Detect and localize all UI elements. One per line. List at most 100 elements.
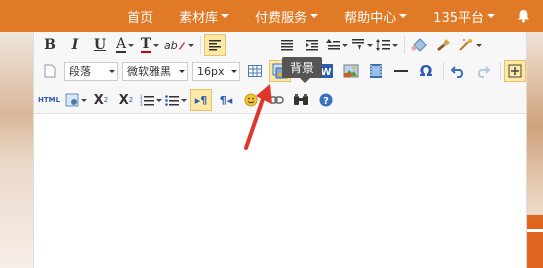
align-justify-icon [280,40,293,51]
rich-text-editor: B I U A T ab 段落 微软雅黑 16px W Ω HTML X 2 X… [33,32,527,268]
toolbar-divider [403,36,405,54]
redo-icon [477,66,490,78]
nav-item-home[interactable]: 首页 [127,7,153,26]
omega-icon: Ω [419,62,433,80]
chevron-down-icon [310,14,319,18]
html-source-button[interactable]: HTML [36,89,62,111]
subscript-button[interactable]: X2 [115,89,137,111]
magic-wand-icon [459,39,472,51]
eraser-button[interactable] [408,34,430,56]
svg-text:W: W [320,67,331,78]
text-style-button[interactable]: ab [164,34,194,56]
redo-button[interactable] [472,60,494,82]
format-brush-button[interactable] [433,34,455,56]
indent-icon [305,40,318,51]
font-family-select[interactable]: 微软雅黑 [122,61,188,81]
horizontal-rule-button[interactable] [390,60,412,82]
horizontal-line-icon [394,70,408,72]
chevron-down-icon [156,98,162,102]
indent-button[interactable] [301,34,323,56]
toolbar-divider [500,62,501,80]
bell-icon[interactable] [517,9,531,23]
ordered-list-button[interactable]: 123 [140,89,162,111]
chevron-down-icon [475,43,482,47]
chevron-down-icon [341,43,348,47]
binoculars-icon [294,94,308,105]
align-justify-button[interactable] [276,34,298,56]
superscript-button[interactable]: X2 [90,89,112,111]
magic-wand-button[interactable] [458,34,482,56]
undo-button[interactable] [447,60,469,82]
paragraph-select[interactable]: 段落 [64,61,118,81]
editor-toolbar: B I U A T ab 段落 微软雅黑 16px W Ω HTML X 2 X… [34,32,526,114]
ordered-list-icon: 123 [140,94,154,107]
chevron-down-icon [366,43,373,47]
toolbar-row-1: B I U A T ab [39,33,485,57]
unordered-list-icon [165,95,179,106]
line-spacing-bottom-button[interactable] [351,34,373,56]
italic-button[interactable]: I [64,34,86,56]
chevron-down-icon [487,14,495,18]
align-center-button[interactable] [229,34,273,56]
bold-button[interactable]: B [39,34,61,56]
chevron-down-icon [109,69,115,73]
chevron-down-icon [231,69,237,73]
spacing-bottom-icon [351,39,364,50]
picture-icon [343,64,359,78]
chevron-down-icon [221,14,230,18]
top-navigation: 首页 素材库 付费服务 帮助中心 135平台 [0,0,543,32]
pen-icon [178,42,185,50]
brush-icon [436,39,450,51]
help-icon: ? [319,93,333,107]
annotation-arrow-icon [244,84,272,150]
fullscreen-button[interactable] [504,60,526,82]
eraser-icon [410,38,427,52]
find-replace-button[interactable] [290,89,312,111]
chevron-down-icon [181,98,187,102]
line-height-button[interactable] [375,34,398,56]
film-icon [370,64,382,78]
font-size-select[interactable]: 16px [192,61,240,81]
toolbar-row-3: HTML X2 X2 123 ▸¶ ¶◂ ? [36,88,340,112]
template-button[interactable] [65,89,87,111]
help-button[interactable]: ? [315,89,337,111]
tooltip: 背景 [282,57,323,83]
chevron-down-icon [81,98,87,102]
background-color-button[interactable]: T [139,34,161,56]
align-left-icon [208,40,221,51]
font-color-button[interactable]: A [114,34,136,56]
plus-box-icon [508,64,522,78]
nav-item-paid-services[interactable]: 付费服务 [255,7,319,26]
editor-content-area[interactable] [34,115,526,268]
toolbar-divider [443,62,444,80]
unordered-list-button[interactable] [165,89,187,111]
chevron-down-icon [399,14,408,18]
nav-item-135-platform[interactable]: 135平台 [433,7,495,26]
chevron-down-icon [153,43,160,47]
special-chars-button[interactable]: Ω [415,60,437,82]
document-icon [44,64,56,78]
ltr-icon: ▸¶ [194,93,208,107]
rtl-direction-button[interactable]: ¶◂ [215,89,237,111]
table-icon [248,65,262,77]
insert-video-button[interactable] [365,60,387,82]
rtl-icon: ¶◂ [219,93,233,107]
line-height-icon [375,39,390,51]
new-document-button[interactable] [39,60,61,82]
chevron-down-icon [187,43,194,47]
chevron-down-icon [391,43,398,47]
table-button[interactable] [244,60,266,82]
side-promo-strip [525,215,543,268]
nav-item-help-center[interactable]: 帮助中心 [344,7,408,26]
svg-text:3: 3 [140,102,143,107]
align-left-button[interactable] [203,34,226,56]
underline-button[interactable]: U [89,34,111,56]
undo-icon [451,66,464,78]
chevron-down-icon [179,69,185,73]
line-spacing-top-button[interactable] [325,34,348,56]
spacing-top-icon [325,39,340,50]
svg-text:?: ? [323,96,329,107]
ltr-direction-button[interactable]: ▸¶ [190,89,212,111]
nav-item-materials[interactable]: 素材库 [179,7,230,26]
insert-picture-button[interactable] [340,60,362,82]
